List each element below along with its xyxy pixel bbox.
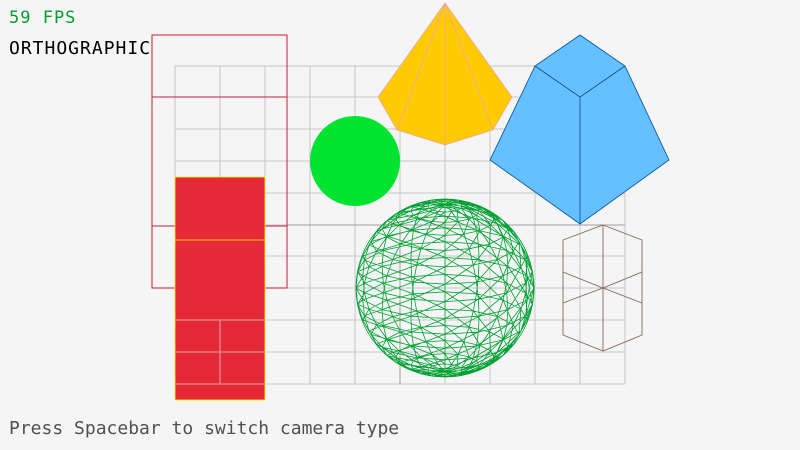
- cone-pyramid: [377, 2, 513, 146]
- cylinder-wireframe-edge: [562, 287, 643, 304]
- instructions-text: Press Spacebar to switch camera type: [9, 418, 400, 439]
- fps-counter: 59 FPS: [9, 8, 77, 28]
- cylinder-prism: [489, 34, 670, 225]
- camera-mode-label: ORTHOGRAPHIC: [9, 38, 152, 59]
- 3d-scene: [151, 2, 670, 401]
- cylinder-wireframe-edge: [562, 271, 643, 289]
- sphere-solid: [310, 116, 400, 206]
- cylinder-prism-body: [490, 35, 669, 224]
- game-viewport[interactable]: 59 FPS ORTHOGRAPHIC Press Spacebar to sw…: [0, 0, 800, 450]
